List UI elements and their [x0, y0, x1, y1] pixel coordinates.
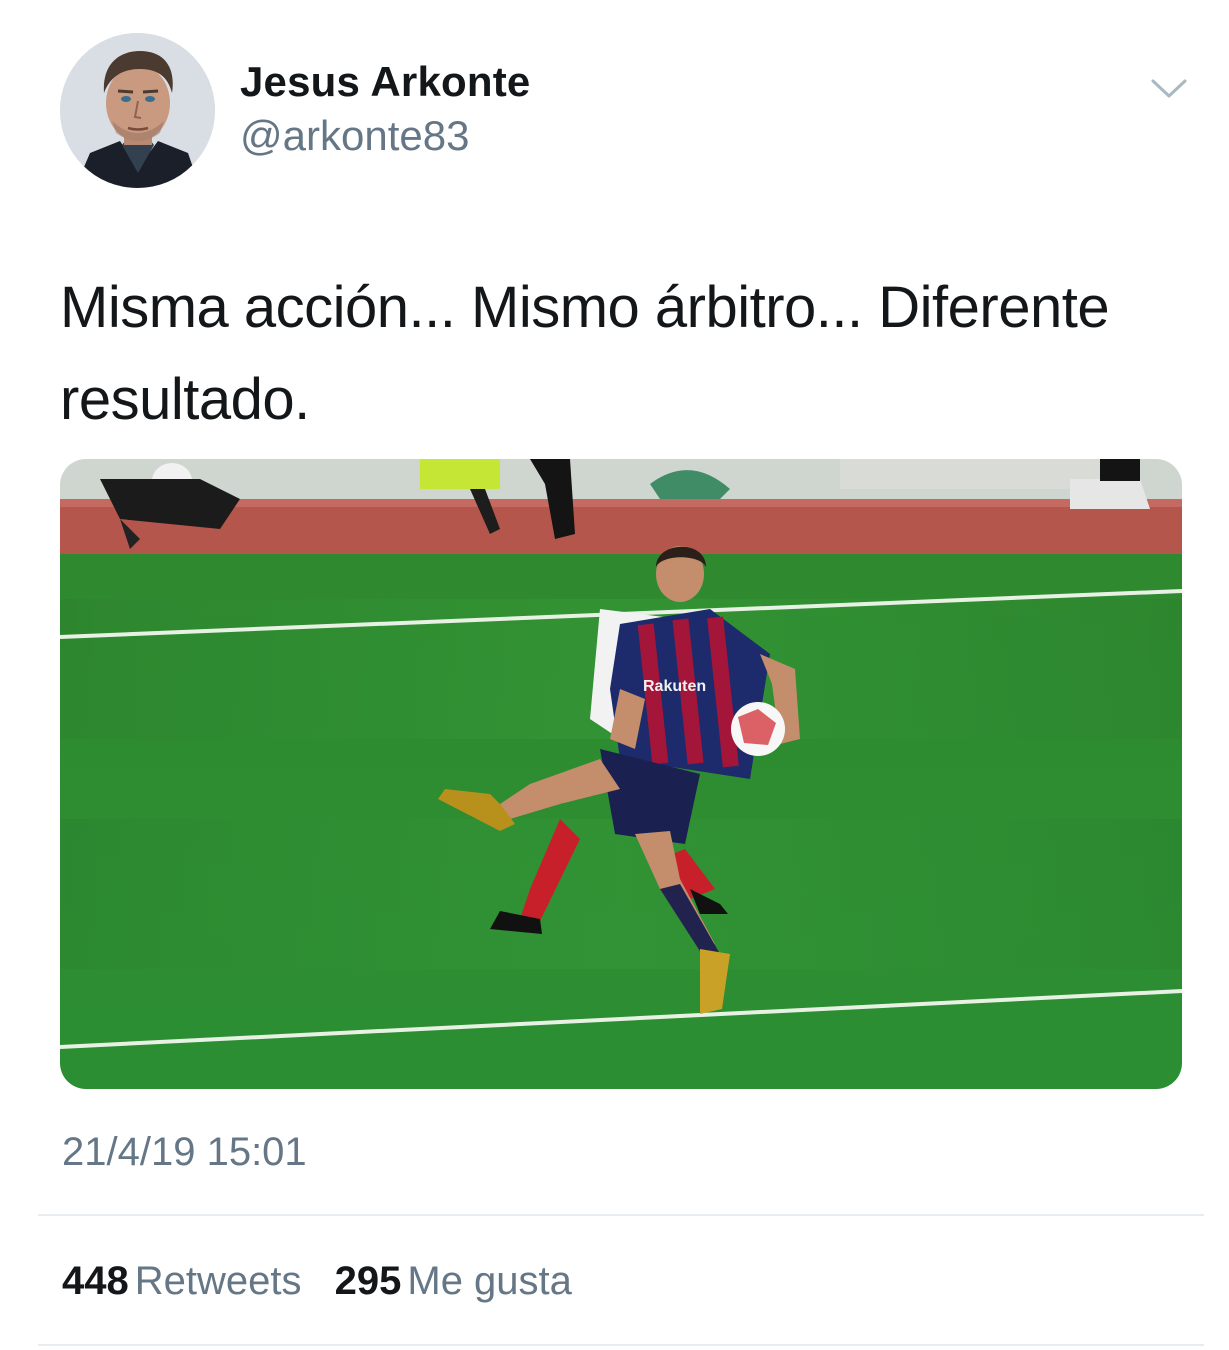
football-photo: Rakuten: [60, 459, 1182, 1089]
chevron-down-icon: [1151, 79, 1187, 98]
retweets-stat[interactable]: 448 Retweets: [62, 1259, 302, 1304]
divider: [38, 1214, 1204, 1216]
jersey-sponsor: Rakuten: [643, 678, 706, 695]
tweet-text: Misma acción... Mismo árbitro... Diferen…: [60, 275, 1110, 432]
tweet-timestamp[interactable]: 21/4/19 15:01: [62, 1130, 307, 1175]
tweet-stats: 448 Retweets 295 Me gusta: [62, 1259, 594, 1304]
author-display-name[interactable]: Jesus Arkonte: [240, 58, 531, 106]
avatar-portrait: [60, 33, 215, 188]
author-handle[interactable]: @arkonte83: [240, 112, 469, 160]
retweets-count: 448: [62, 1259, 129, 1303]
likes-count: 295: [334, 1259, 402, 1303]
divider: [38, 1344, 1204, 1346]
likes-stat[interactable]: 295 Me gusta: [335, 1259, 572, 1304]
retweets-label: Retweets: [134, 1259, 302, 1303]
likes-label: Me gusta: [407, 1259, 572, 1303]
tweet-photo[interactable]: Rakuten: [60, 459, 1182, 1089]
author-avatar[interactable]: [60, 33, 215, 188]
tweet-menu-button[interactable]: [1150, 75, 1188, 101]
